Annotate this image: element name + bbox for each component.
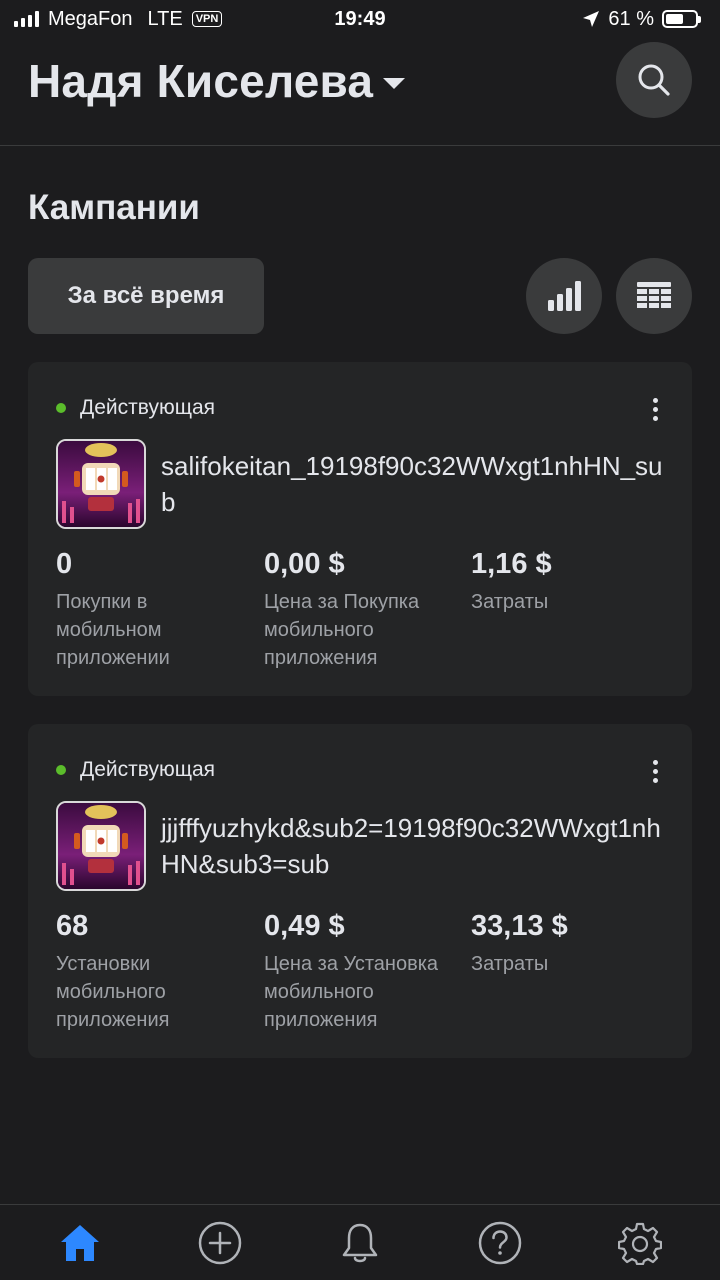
page-title: Кампании <box>28 188 200 227</box>
status-bar-right: 61 % <box>582 7 701 31</box>
metric-label: Цена за Установка мобильного приложения <box>264 953 439 1031</box>
slots-app-icon <box>58 803 144 889</box>
search-button[interactable] <box>616 42 692 118</box>
bar-chart-icon <box>548 281 581 311</box>
metric: 0,49 $ Цена за Установка мобильного прил… <box>264 908 464 1034</box>
gear-icon <box>618 1222 662 1265</box>
bell-icon <box>342 1223 378 1262</box>
vpn-badge: VPN <box>191 11 223 27</box>
metric: 68 Установки мобильного приложения <box>56 908 256 1034</box>
status-bar-left: MegaFon LTE VPN <box>14 7 223 31</box>
status-label: Действующая <box>80 758 216 781</box>
metric-value: 68 <box>56 910 89 942</box>
account-switcher[interactable]: Надя Киселева <box>28 54 406 108</box>
carrier-label: MegaFon <box>48 7 133 30</box>
more-options-button[interactable] <box>640 394 670 424</box>
metric-label: Затраты <box>471 591 549 613</box>
metric: 1,16 $ Затраты <box>471 546 671 616</box>
metric: 0 Покупки в мобильном приложении <box>56 546 256 672</box>
campaign-name: salifokeitan_19198f90c32WWxgt1nhHN_sub <box>161 451 663 517</box>
metric-value: 33,13 $ <box>471 910 568 942</box>
header: Надя Киселева <box>0 40 720 146</box>
metric-label: Цена за Покупка мобильного приложения <box>264 591 420 669</box>
period-filter-button[interactable]: За всё время <box>28 258 264 334</box>
slots-app-icon <box>58 441 144 527</box>
home-icon <box>61 1224 99 1261</box>
battery-fill <box>666 14 684 24</box>
caret-down-icon <box>383 77 406 89</box>
metric-value: 0,00 $ <box>264 548 345 580</box>
status-label: Действующая <box>80 396 216 419</box>
campaign-name: jjjfffyuzhykd&sub2=19198f90c32WWxgt1nhHN… <box>161 813 661 879</box>
metric: 33,13 $ Затраты <box>471 908 671 978</box>
status-dot <box>56 765 66 775</box>
table-view-button[interactable] <box>616 258 692 334</box>
status-bar: MegaFon LTE VPN 19:49 61 % <box>0 0 720 38</box>
metric-value: 0 <box>56 548 73 580</box>
nav-home[interactable] <box>45 1208 115 1278</box>
nav-settings[interactable] <box>605 1208 675 1278</box>
status-dot <box>56 403 66 413</box>
search-icon <box>638 64 670 96</box>
help-icon <box>478 1221 522 1264</box>
nav-create[interactable] <box>185 1208 255 1278</box>
campaign-thumbnail <box>56 801 146 891</box>
campaign-card[interactable]: Действующая salifokeitan_19198f90c32WWxg… <box>28 362 692 696</box>
metric-value: 1,16 $ <box>471 548 552 580</box>
network-label: LTE <box>147 7 183 30</box>
metric-label: Установки мобильного приложения <box>56 953 170 1031</box>
campaign-status: Действующая <box>56 396 215 420</box>
more-options-button[interactable] <box>640 756 670 786</box>
metric-label: Затраты <box>471 953 549 975</box>
chart-view-button[interactable] <box>526 258 602 334</box>
nav-help[interactable] <box>465 1208 535 1278</box>
bottom-nav <box>0 1204 720 1280</box>
battery-percent: 61 % <box>608 7 654 30</box>
metric: 0,00 $ Цена за Покупка мобильного прилож… <box>264 546 464 672</box>
campaign-thumbnail <box>56 439 146 529</box>
battery-icon <box>662 10 701 28</box>
signal-icon <box>14 11 39 27</box>
metric-value: 0,49 $ <box>264 910 345 942</box>
location-arrow-icon <box>583 11 600 27</box>
campaign-status: Действующая <box>56 758 215 782</box>
campaign-card[interactable]: Действующая jjjfffyuzhykd&sub2=19198f90c… <box>28 724 692 1058</box>
add-icon <box>198 1221 242 1264</box>
nav-notifications[interactable] <box>325 1208 395 1278</box>
table-icon <box>637 282 671 308</box>
account-name: Надя Киселева <box>28 55 374 107</box>
metric-label: Покупки в мобильном приложении <box>56 591 170 669</box>
